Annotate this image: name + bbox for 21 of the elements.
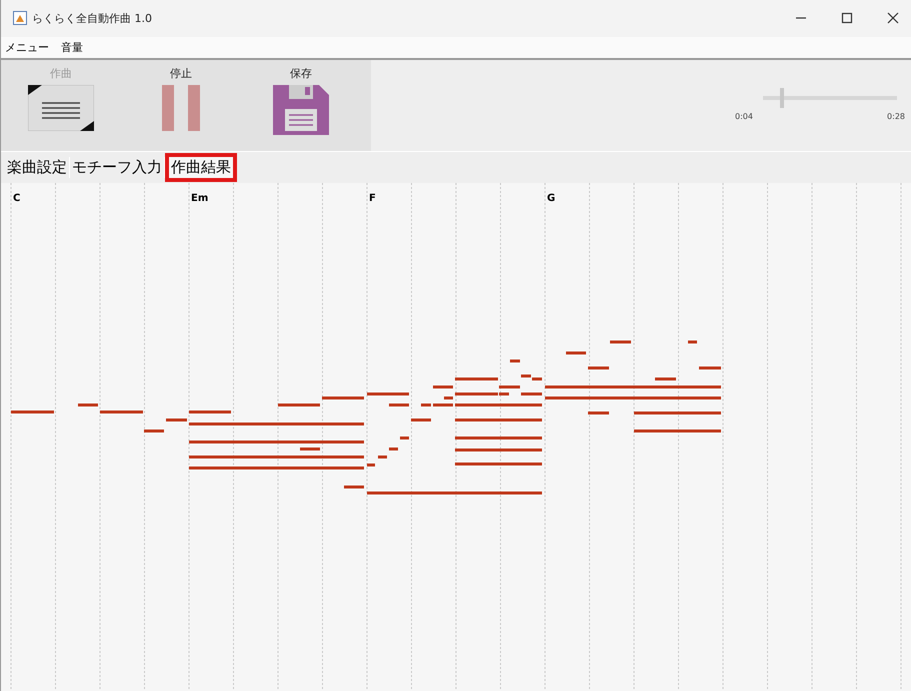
- slider-thumb[interactable]: [780, 88, 784, 108]
- pause-icon: [162, 85, 200, 132]
- menu-item[interactable]: 音量: [61, 40, 83, 55]
- tab[interactable]: 作曲結果: [165, 153, 237, 182]
- window-title: らくらく全自動作曲 1.0: [32, 10, 152, 26]
- app-icon: [13, 11, 27, 26]
- maximize-icon[interactable]: [841, 12, 853, 24]
- close-icon[interactable]: [887, 12, 899, 24]
- chord-label: F: [369, 193, 377, 204]
- end-time: 0:28: [887, 112, 905, 122]
- toolbar-button[interactable]: 停止: [121, 66, 241, 132]
- chord-label: Em: [191, 193, 210, 204]
- toolbar-button[interactable]: 保存: [241, 66, 361, 136]
- score-sheet-icon: [28, 85, 94, 132]
- save-icon: [273, 85, 329, 136]
- tab[interactable]: 楽曲設定: [5, 157, 70, 178]
- chord-label: C: [13, 193, 22, 204]
- start-time: 0:04: [735, 112, 753, 122]
- tab[interactable]: モチーフ入力: [70, 157, 165, 178]
- menu-item[interactable]: メニュー: [5, 40, 49, 55]
- chord-label: G: [547, 193, 556, 204]
